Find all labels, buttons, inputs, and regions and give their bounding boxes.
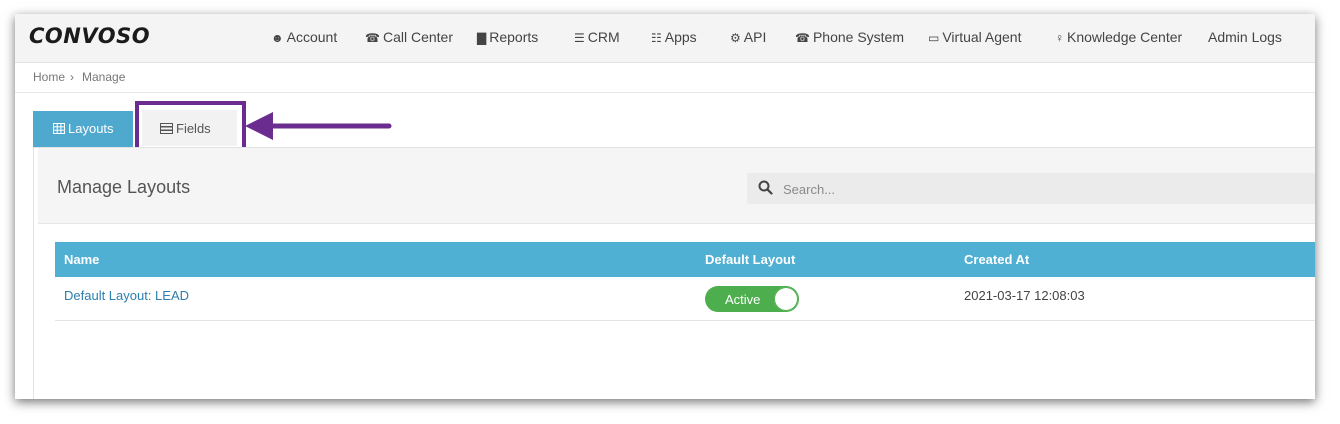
user-icon: ☻ xyxy=(271,31,284,45)
nav-admin-logs[interactable]: Admin Logs xyxy=(1208,29,1282,45)
nav-label: API xyxy=(743,29,767,45)
convoso-logo[interactable]: CONVOSO xyxy=(29,24,150,48)
nav-phone-system[interactable]: ☎ Phone System xyxy=(795,29,904,45)
nav-label: Phone System xyxy=(812,29,905,45)
search-input[interactable] xyxy=(781,177,1285,201)
breadcrumb-separator: › xyxy=(70,70,74,84)
app-window: CONVOSO ☻ Account ☎ Call Center ▇ Reports ☰… xyxy=(15,14,1315,399)
nav-call-center[interactable]: ☎ Call Center xyxy=(365,29,453,45)
monitor-icon: ▭ xyxy=(928,31,940,45)
panel-title: Manage Layouts xyxy=(57,177,191,197)
created-at-cell: 2021-03-17 12:08:03 xyxy=(964,288,1085,303)
tab-layouts-label: Layouts xyxy=(68,121,114,136)
nav-label: Call Center xyxy=(382,29,453,45)
search-box[interactable] xyxy=(747,173,1315,204)
table-header: Name Default Layout Created At xyxy=(55,242,1315,277)
lightbulb-icon: ♀ xyxy=(1055,31,1064,45)
breadcrumb: Home › Manage xyxy=(15,63,1315,93)
nav-label: Knowledge Center xyxy=(1067,29,1183,45)
column-header-default-layout[interactable]: Default Layout xyxy=(705,252,795,267)
nav-knowledge-center[interactable]: ♀ Knowledge Center xyxy=(1055,29,1182,45)
layout-name-link[interactable]: Default Layout: LEAD xyxy=(64,288,189,303)
panel-header: Manage Layouts xyxy=(38,148,1315,224)
table-icon xyxy=(53,123,65,134)
nav-label: Virtual Agent xyxy=(942,29,1022,45)
annotation-arrow-icon xyxy=(245,112,392,140)
nav-crm[interactable]: ☰ CRM xyxy=(574,29,620,45)
nav-account[interactable]: ☻ Account xyxy=(271,29,337,45)
nav-apps[interactable]: ☷ Apps xyxy=(651,29,697,45)
nav-label: Reports xyxy=(489,29,539,45)
nav-virtual-agent[interactable]: ▭ Virtual Agent xyxy=(928,29,1021,45)
search-icon xyxy=(758,180,773,195)
toggle-knob xyxy=(774,287,798,311)
phone-icon: ☎ xyxy=(795,31,810,45)
column-header-name[interactable]: Name xyxy=(64,252,99,267)
nav-api[interactable]: ⚙ API xyxy=(730,29,766,45)
nav-label: CRM xyxy=(587,29,620,45)
table-row: Default Layout: LEAD Active 2021-03-17 1… xyxy=(55,277,1315,321)
grid-icon: ☷ xyxy=(651,31,662,45)
toggle-label: Active xyxy=(725,292,761,307)
gear-icon: ⚙ xyxy=(730,31,741,45)
nav-reports[interactable]: ▇ Reports xyxy=(477,29,538,45)
tab-layouts[interactable]: Layouts xyxy=(33,111,133,147)
nav-label: Admin Logs xyxy=(1208,29,1282,45)
phone-icon: ☎ xyxy=(365,31,380,45)
column-header-created-at[interactable]: Created At xyxy=(964,252,1029,267)
default-layout-toggle[interactable]: Active xyxy=(705,286,799,312)
top-navigation: CONVOSO ☻ Account ☎ Call Center ▇ Reports ☰… xyxy=(15,14,1315,63)
breadcrumb-home[interactable]: Home xyxy=(33,70,65,84)
list-icon: ☰ xyxy=(574,31,585,45)
nav-label: Apps xyxy=(664,29,697,45)
nav-label: Account xyxy=(286,29,338,45)
breadcrumb-current: Manage xyxy=(82,70,126,84)
bar-chart-icon: ▇ xyxy=(477,31,487,45)
